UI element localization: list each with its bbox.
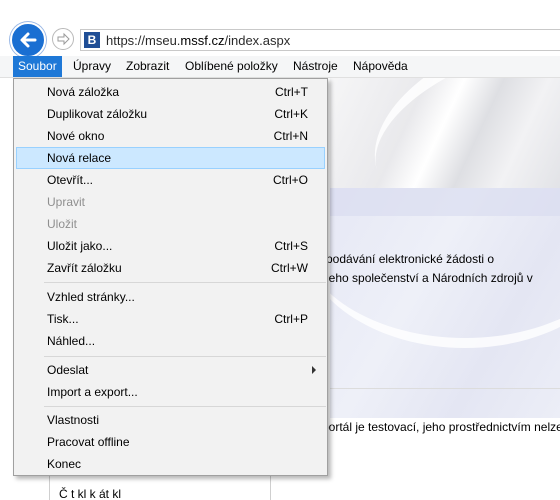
menu-nastroje[interactable]: Nástroje (288, 56, 343, 77)
shortcut: Ctrl+P (274, 312, 308, 326)
menu-item-nove-okno[interactable]: Nové okno Ctrl+N (16, 125, 325, 147)
menu-item-otevrit[interactable]: Otevřít... Ctrl+O (16, 169, 325, 191)
navigation-bar: B https://mseu.mssf.cz/index.aspx (0, 0, 560, 58)
menu-item-nahled[interactable]: Náhled... (16, 330, 325, 352)
menu-item-duplikovat-zalozku[interactable]: Duplikovat záložku Ctrl+K (16, 103, 325, 125)
menu-item-upravit: Upravit (47, 195, 86, 209)
intro-band (330, 188, 560, 216)
menu-item-nova-zalozka[interactable]: Nová záložka Ctrl+T (16, 81, 325, 103)
menu-separator (44, 282, 326, 283)
menu-item-vlastnosti[interactable]: Vlastnosti (16, 409, 325, 431)
submenu-arrow-icon (312, 366, 316, 374)
menu-item-nova-relace[interactable]: Nová relace (16, 147, 325, 169)
menu-item-odeslat[interactable]: Odeslat (16, 359, 325, 381)
site-favicon: B (84, 32, 100, 48)
intro-line-2: jeho společenství a Národních zdrojů v (326, 271, 533, 285)
menu-zobrazit[interactable]: Zobrazit (121, 56, 174, 77)
address-bar[interactable]: B https://mseu.mssf.cz/index.aspx (80, 29, 560, 51)
menu-item-pracovat-offline[interactable]: Pracovat offline (16, 431, 325, 453)
menu-bar: Soubor Úpravy Zobrazit Oblíbené položky … (0, 56, 560, 78)
back-button[interactable] (10, 22, 46, 58)
forward-arrow-icon (57, 32, 70, 46)
shortcut: Ctrl+W (271, 261, 308, 275)
url-prefix: https://mseu. (106, 33, 181, 48)
url-path: /index.aspx (224, 33, 291, 48)
menu-oblibene-polozky[interactable]: Oblíbené položky (180, 56, 283, 77)
back-arrow-icon (20, 32, 37, 48)
shortcut: Ctrl+K (274, 107, 308, 121)
file-menu-dropdown: Nová záložka Ctrl+T Duplikovat záložku C… (13, 78, 328, 476)
menu-item-ulozit: Uložit (47, 217, 78, 231)
shortcut: Ctrl+S (274, 239, 308, 253)
menu-item-zavrit-zalozku[interactable]: Zavřít záložku Ctrl+W (16, 257, 325, 279)
menu-item-import-export[interactable]: Import a export... (16, 381, 325, 403)
menu-soubor[interactable]: Soubor (13, 56, 62, 77)
shortcut: Ctrl+N (273, 129, 308, 143)
url-domain: mssf.cz (180, 33, 225, 48)
test-portal-warning: portál je testovací, jeho prostřednictví… (322, 420, 560, 434)
menu-item-vzhled-stranky[interactable]: Vzhled stránky... (16, 286, 325, 308)
menu-separator (44, 356, 326, 357)
menu-napoveda[interactable]: Nápověda (348, 56, 413, 77)
intro-text: podávání elektronické žádosti o jeho spo… (326, 250, 560, 288)
menu-item-ulozit-jako[interactable]: Uložit jako... Ctrl+S (16, 235, 325, 257)
divider (330, 388, 560, 389)
menu-item-konec[interactable]: Konec (16, 453, 325, 475)
intro-line-1: podávání elektronické žádosti o (326, 252, 495, 266)
menu-item-tisk[interactable]: Tisk... Ctrl+P (16, 308, 325, 330)
intro-panel (300, 188, 560, 418)
menu-upravy[interactable]: Úpravy (68, 56, 116, 77)
left-box-text: Č t kl k át kl (59, 487, 122, 500)
forward-button[interactable] (52, 28, 74, 50)
menu-separator (44, 406, 326, 407)
url-text[interactable]: https://mseu.mssf.cz/index.aspx (106, 33, 290, 48)
shortcut: Ctrl+T (275, 85, 308, 99)
shortcut: Ctrl+O (272, 173, 308, 187)
